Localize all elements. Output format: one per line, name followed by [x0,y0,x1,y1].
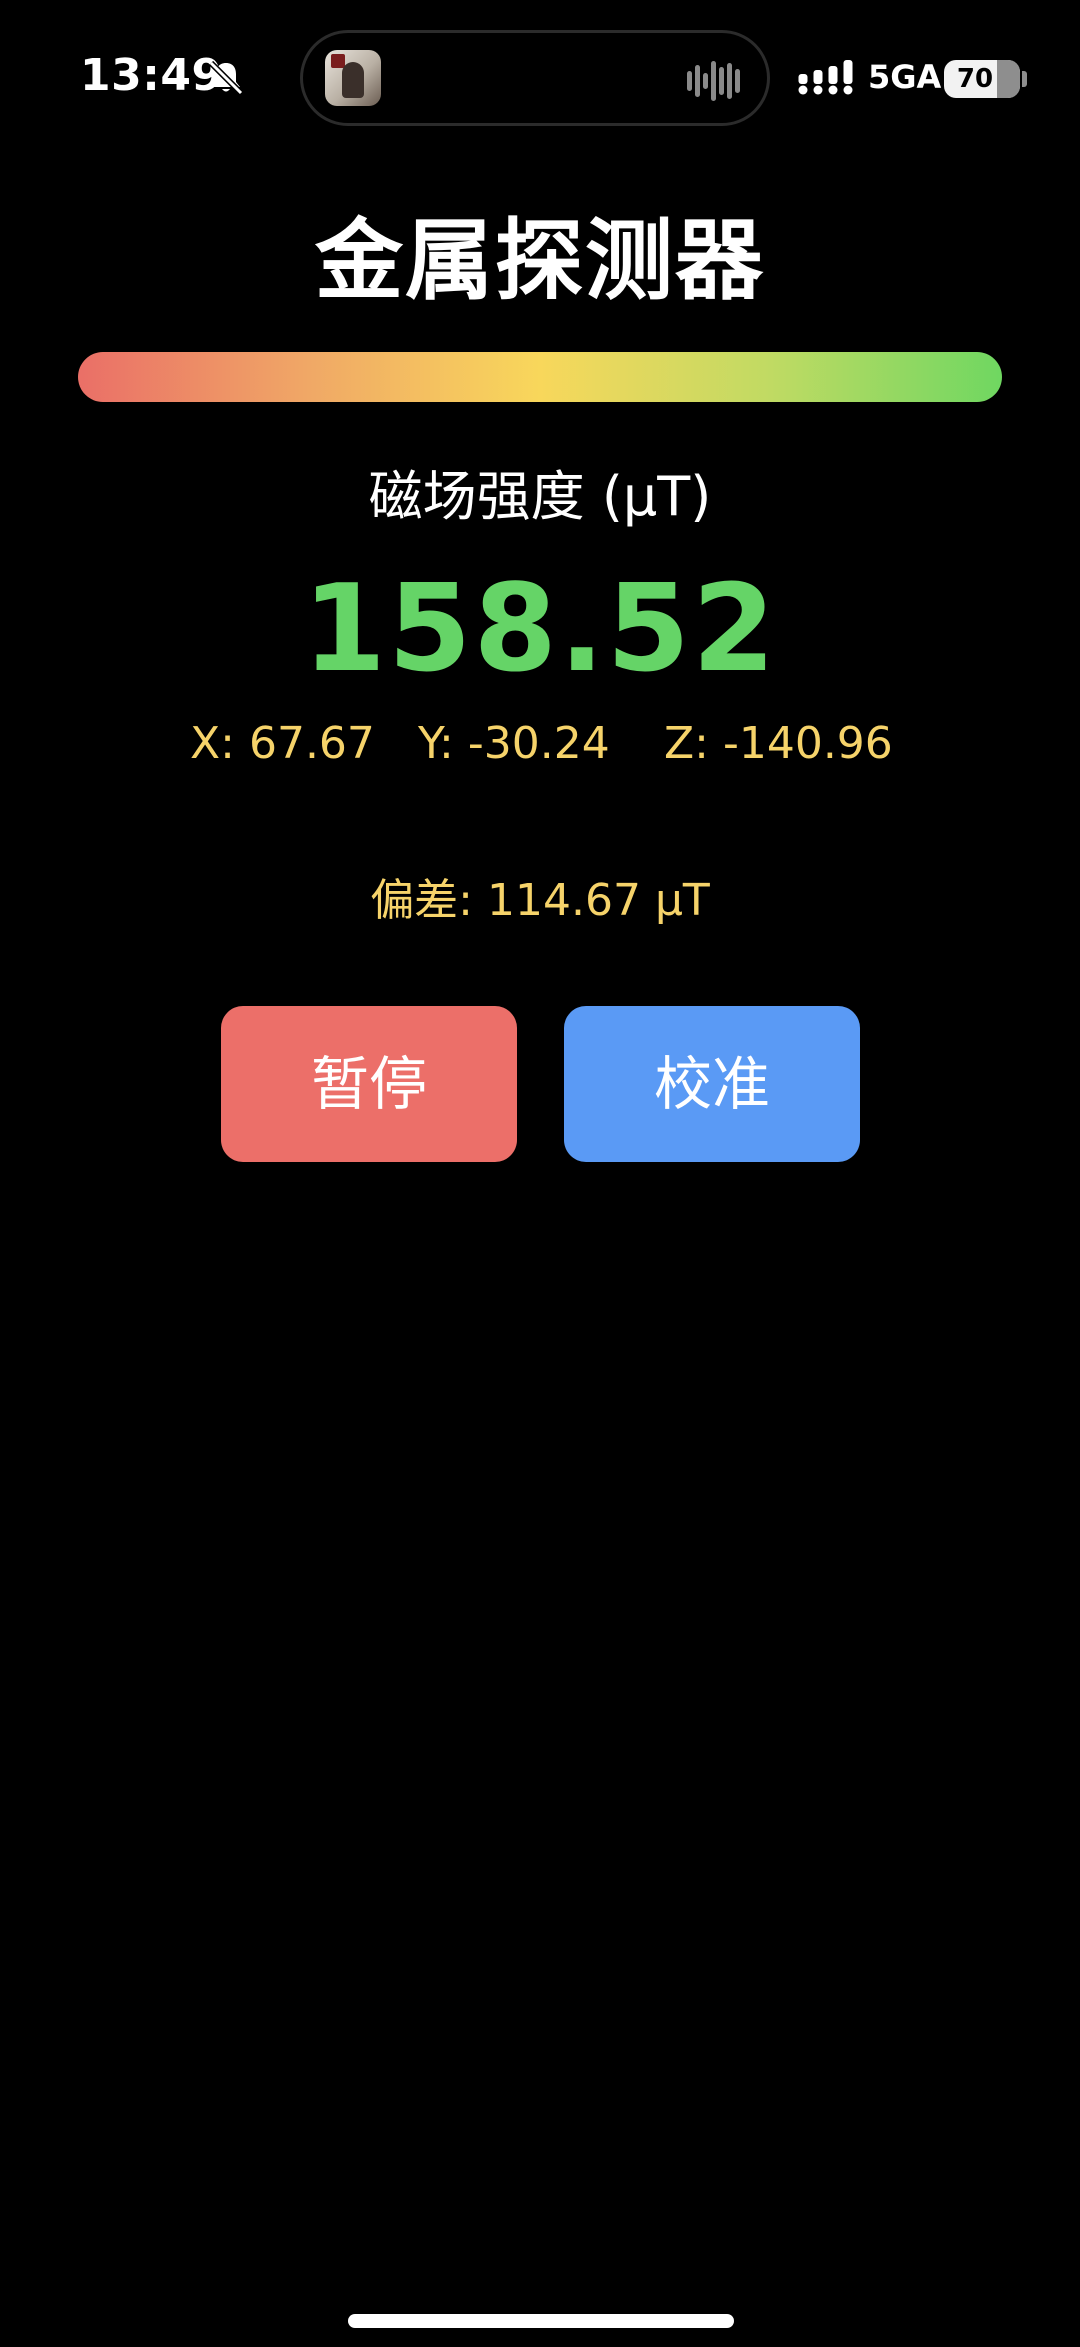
field-strength-label: 磁场强度 (μT) [368,465,712,528]
field-strength-value: 158.52 [302,560,778,699]
waveform-icon [687,61,740,101]
axis-x-value: X: 67.67 [190,718,375,769]
bell-slash-icon [208,60,244,96]
axis-z-value: Z: -140.96 [664,718,893,769]
battery-percent: 70 [956,64,994,94]
battery-icon: 70 [944,60,1020,98]
app-thumbnail[interactable] [325,50,381,106]
field-strength-gradient-bar [78,352,1002,402]
home-indicator[interactable] [348,2314,734,2328]
axis-y-value: Y: -30.24 [418,718,610,769]
cellular-signal-icon [798,60,853,95]
pause-button[interactable]: 暂停 [221,1006,517,1162]
network-type: 5GA [868,58,942,96]
status-time: 13:49 [80,50,223,101]
page-title: 金属探测器 [314,209,765,312]
calibrate-button[interactable]: 校准 [564,1006,860,1162]
deviation-value: 偏差: 114.67 μT [370,875,710,926]
dynamic-island[interactable] [300,30,770,126]
battery-cap [1022,71,1027,87]
